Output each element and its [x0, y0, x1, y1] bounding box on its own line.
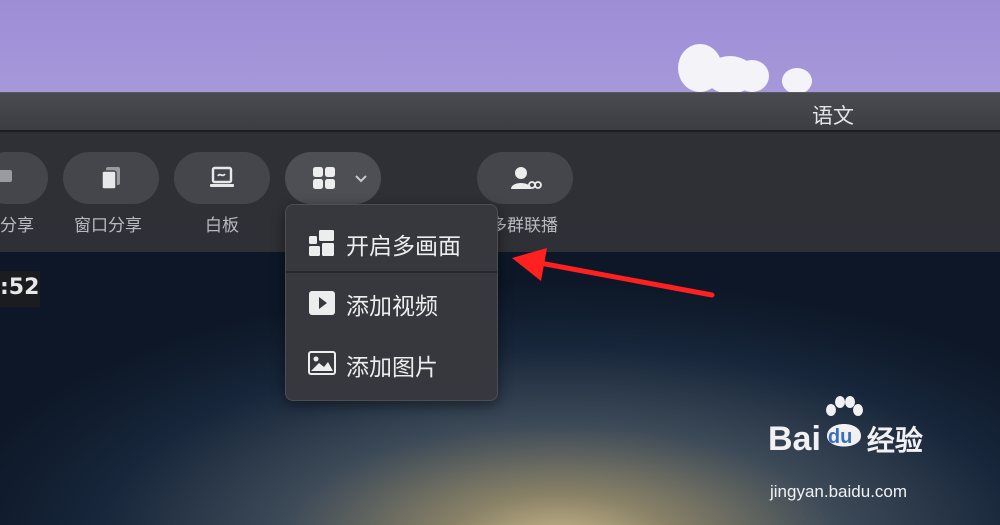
- watermark-brand: Bai du 经验: [768, 396, 923, 459]
- watermark-url: jingyan.baidu.com: [770, 482, 908, 501]
